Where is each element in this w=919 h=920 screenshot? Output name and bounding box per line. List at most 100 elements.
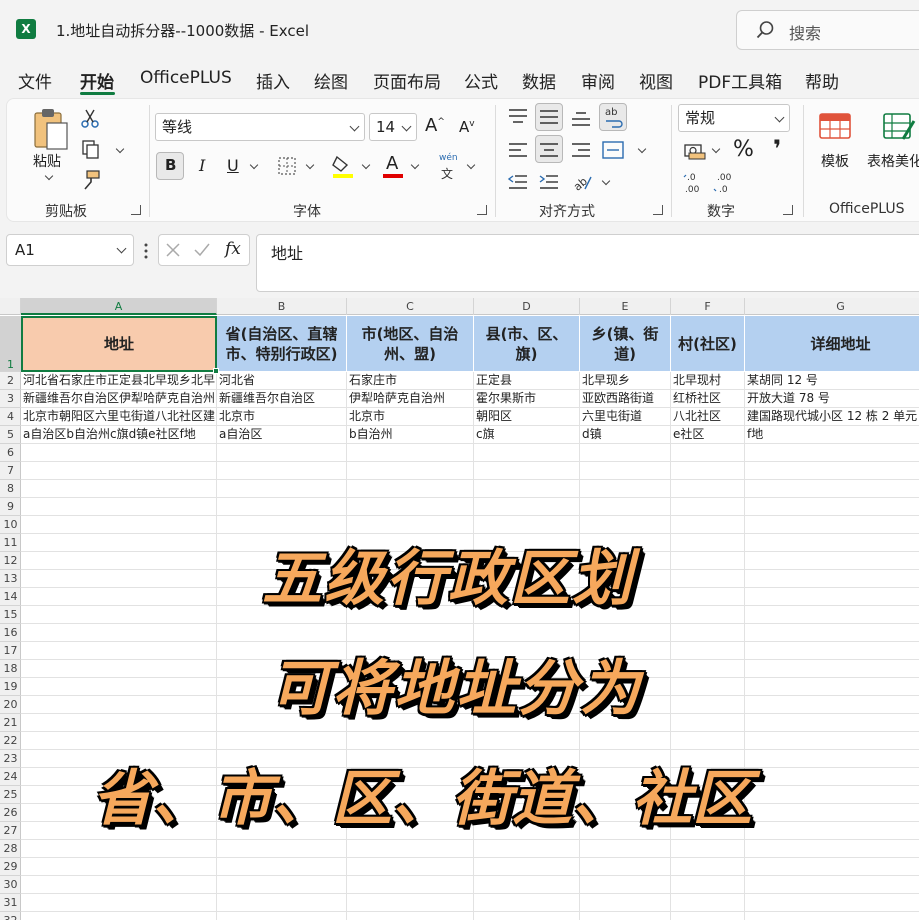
- table-cell[interactable]: 北京市朝阳区六里屯街道八北社区建: [21, 408, 217, 426]
- decrease-indent-icon[interactable]: [507, 173, 529, 193]
- column-header-e[interactable]: E: [580, 298, 671, 315]
- row-header[interactable]: 7: [0, 462, 21, 480]
- table-cell[interactable]: 北早现村: [671, 372, 745, 390]
- accounting-format-icon[interactable]: [683, 141, 707, 161]
- orientation-icon[interactable]: ab: [571, 171, 595, 193]
- increase-decimal-icon[interactable]: .0.00: [683, 171, 707, 195]
- chevron-down-icon[interactable]: [410, 160, 420, 170]
- row-header[interactable]: 16: [0, 624, 21, 642]
- template-button[interactable]: 模板: [821, 151, 849, 171]
- chevron-down-icon[interactable]: [466, 160, 476, 170]
- cell-b1[interactable]: 省(自治区、直辖市、特别行政区): [217, 316, 347, 372]
- percent-style-button[interactable]: %: [733, 137, 754, 162]
- table-cell[interactable]: 朝阳区: [474, 408, 580, 426]
- row-header[interactable]: 17: [0, 642, 21, 660]
- table-cell[interactable]: 河北省石家庄市正定县北早现乡北早: [21, 372, 217, 390]
- row-header[interactable]: 8: [0, 480, 21, 498]
- template-icon[interactable]: [817, 109, 853, 143]
- number-format-select[interactable]: 常规: [678, 104, 790, 132]
- column-header-b[interactable]: B: [217, 298, 347, 315]
- table-beautify-icon[interactable]: [881, 109, 917, 143]
- worksheet-grid[interactable]: A B C D E F G 1 2 3 4 5 6 7 8 9 10 11 12 13 14 15 16 17 1…: [0, 298, 919, 920]
- cell-f1[interactable]: 村(社区): [671, 316, 745, 372]
- tab-draw[interactable]: 绘图: [314, 68, 348, 93]
- row-header[interactable]: 5: [0, 426, 21, 444]
- cut-icon[interactable]: [81, 109, 99, 129]
- table-cell[interactable]: 伊犁哈萨克自治州: [347, 390, 474, 408]
- row-header[interactable]: 24: [0, 768, 21, 786]
- table-cell[interactable]: f地: [745, 426, 919, 444]
- row-header[interactable]: 27: [0, 822, 21, 840]
- name-box[interactable]: A1: [6, 234, 134, 266]
- table-cell[interactable]: 亚欧西路街道: [580, 390, 671, 408]
- table-cell[interactable]: 建国路现代城小区 12 栋 2 单元: [745, 408, 919, 426]
- table-beautify-button[interactable]: 表格美化: [867, 151, 919, 171]
- column-header-f[interactable]: F: [671, 298, 745, 315]
- row-header[interactable]: 29: [0, 858, 21, 876]
- table-cell[interactable]: d镇: [580, 426, 671, 444]
- align-left-icon[interactable]: [507, 141, 529, 161]
- cancel-icon[interactable]: [165, 242, 181, 258]
- column-header-c[interactable]: C: [347, 298, 474, 315]
- table-cell[interactable]: 某胡同 12 号: [745, 372, 919, 390]
- dialog-launcher-icon[interactable]: [131, 205, 141, 215]
- bold-button[interactable]: B: [156, 152, 184, 180]
- chevron-down-icon[interactable]: [601, 176, 611, 186]
- row-header[interactable]: 3: [0, 390, 21, 408]
- chevron-down-icon[interactable]: [361, 160, 371, 170]
- font-size-select[interactable]: 14: [369, 113, 417, 141]
- table-cell[interactable]: 红桥社区: [671, 390, 745, 408]
- chevron-down-icon[interactable]: [637, 144, 647, 154]
- row-header[interactable]: 12: [0, 552, 21, 570]
- row-header[interactable]: 11: [0, 534, 21, 552]
- row-header[interactable]: 25: [0, 786, 21, 804]
- row-header[interactable]: 1: [0, 316, 21, 372]
- tab-officeplus[interactable]: OfficePLUS: [140, 68, 232, 88]
- chevron-down-icon[interactable]: [115, 144, 125, 154]
- table-cell[interactable]: 新疆维吾尔自治区: [217, 390, 347, 408]
- increase-font-size-icon[interactable]: A^: [425, 115, 445, 136]
- row-header[interactable]: 9: [0, 498, 21, 516]
- decrease-decimal-icon[interactable]: .00.0: [713, 171, 737, 195]
- row-header[interactable]: 21: [0, 714, 21, 732]
- tab-page-layout[interactable]: 页面布局: [373, 68, 441, 93]
- row-header[interactable]: 22: [0, 732, 21, 750]
- table-cell[interactable]: 新疆维吾尔自治区伊犁哈萨克自治州: [21, 390, 217, 408]
- row-header[interactable]: 26: [0, 804, 21, 822]
- column-header-a[interactable]: A: [21, 298, 217, 315]
- italic-button[interactable]: I: [199, 156, 205, 175]
- column-header-d[interactable]: D: [474, 298, 580, 315]
- tab-home[interactable]: 开始: [80, 68, 114, 93]
- table-cell[interactable]: a自治区b自治州c旗d镇e社区f地: [21, 426, 217, 444]
- row-header[interactable]: 23: [0, 750, 21, 768]
- tab-view[interactable]: 视图: [639, 68, 673, 93]
- tab-formulas[interactable]: 公式: [464, 68, 498, 93]
- row-header[interactable]: 30: [0, 876, 21, 894]
- cell-e1[interactable]: 乡(镇、街道): [580, 316, 671, 372]
- select-all-corner[interactable]: [0, 298, 21, 315]
- table-cell[interactable]: 霍尔果斯市: [474, 390, 580, 408]
- row-header[interactable]: 19: [0, 678, 21, 696]
- paste-icon[interactable]: [31, 107, 71, 151]
- comma-style-button[interactable]: ❜: [773, 135, 781, 163]
- chevron-down-icon[interactable]: [44, 171, 54, 181]
- table-cell[interactable]: 六里屯街道: [580, 408, 671, 426]
- table-cell[interactable]: 开放大道 78 号: [745, 390, 919, 408]
- dialog-launcher-icon[interactable]: [477, 205, 487, 215]
- row-header[interactable]: 31: [0, 894, 21, 912]
- merge-center-icon[interactable]: [601, 139, 625, 161]
- row-header[interactable]: 20: [0, 696, 21, 714]
- align-right-icon[interactable]: [570, 141, 592, 161]
- table-cell[interactable]: 北京市: [217, 408, 347, 426]
- cell-a1[interactable]: 地址: [21, 316, 217, 372]
- row-header[interactable]: 2: [0, 372, 21, 390]
- tab-pdf-toolbox[interactable]: PDF工具箱: [698, 68, 782, 93]
- row-header[interactable]: 13: [0, 570, 21, 588]
- row-header[interactable]: 14: [0, 588, 21, 606]
- table-cell[interactable]: e社区: [671, 426, 745, 444]
- chevron-down-icon[interactable]: [711, 144, 721, 154]
- format-painter-icon[interactable]: [81, 169, 101, 191]
- row-header[interactable]: 6: [0, 444, 21, 462]
- row-header[interactable]: 10: [0, 516, 21, 534]
- fill-handle[interactable]: [213, 368, 219, 374]
